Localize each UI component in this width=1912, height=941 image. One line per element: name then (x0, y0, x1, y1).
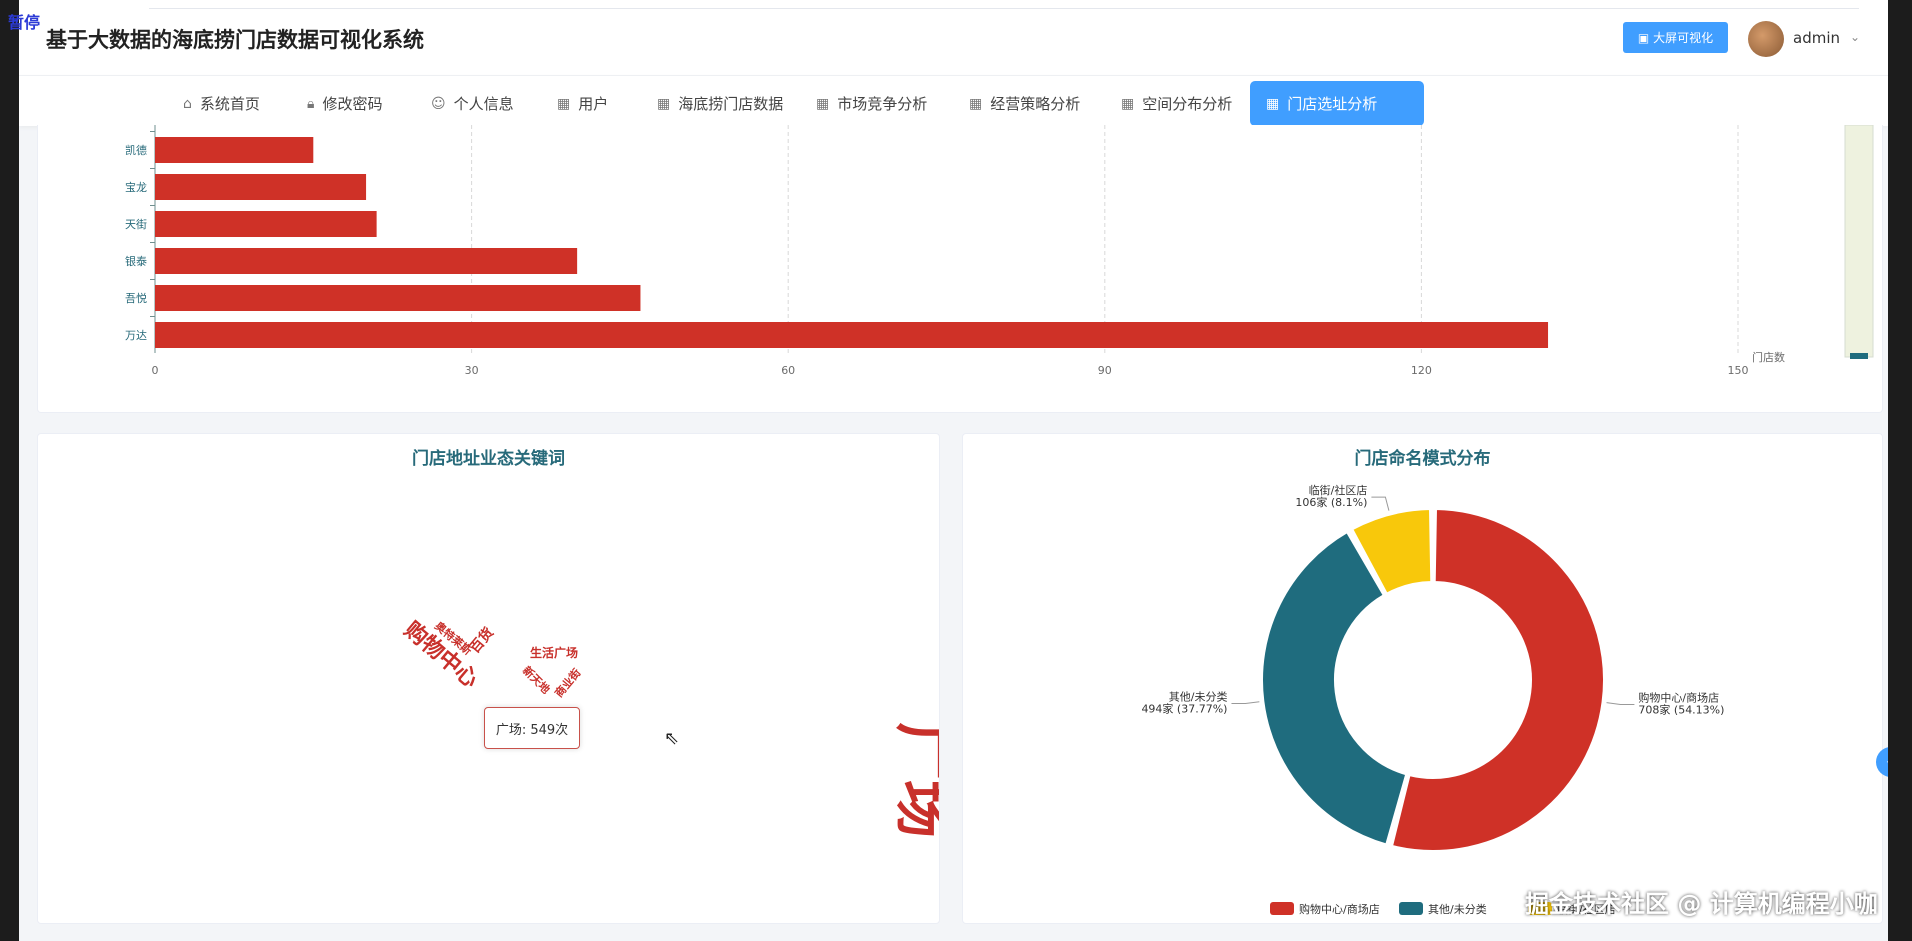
screen-frame-left (0, 0, 19, 941)
pause-indicator: 暂停 (8, 13, 41, 32)
bar[interactable] (155, 285, 641, 311)
wordcloud-tooltip: 广场: 549次 (484, 707, 580, 749)
nav-item-profile[interactable]: ☺ 个人信息 (415, 81, 530, 126)
nav-item-label: 修改密码 (322, 95, 383, 113)
username[interactable]: admin (1793, 29, 1840, 47)
app-window: 基于大数据的海底捞门店数据可视化系统 ▣ 大屏可视化 admin ⌄ ⌂ 系统首… (19, 0, 1888, 941)
bar[interactable] (155, 248, 578, 274)
nav-item-label: 空间分布分析 (1142, 95, 1233, 113)
slice-label-value: 106家 (8.1%) (1295, 495, 1367, 509)
y-tick-label: 天街 (125, 217, 147, 231)
nav-item-label: 系统首页 (199, 95, 260, 113)
y-tick-label: 吾悦 (125, 291, 147, 305)
word-guangchang[interactable]: 广场 (889, 722, 939, 838)
header-bar: 基于大数据的海底捞门店数据可视化系统 ▣ 大屏可视化 admin ⌄ (19, 0, 1888, 75)
x-tick-label: 0 (152, 364, 159, 377)
bigscreen-button-label: 大屏可视化 (1653, 31, 1714, 45)
slice-label-name: 其他/未分类 (1169, 690, 1228, 704)
top-nav: ⌂ 系统首页 🔒︎ 修改密码 ☺ 个人信息 ▦ 用户 ▦ 海底捞门店数据 ▦ 市… (19, 75, 1888, 126)
word-shenghuoguangchang[interactable]: 生活广场 (530, 645, 578, 660)
grid-icon: ▦ (557, 95, 571, 112)
wordcloud: 广场 购物中心 百货 奥特莱斯 生活广场 新天地 商业街 (399, 617, 939, 838)
nav-item-change-password[interactable]: 🔒︎ 修改密码 (291, 81, 398, 126)
grid-icon: ▦ (1266, 95, 1280, 112)
pie-chart-card: 门店命名模式分布 购物中心/商场店 708家 (54.13%) 其他/未分类 494家… (962, 433, 1883, 924)
app-title: 基于大数据的海底捞门店数据可视化系统 (46, 28, 424, 52)
nav-item-store-data[interactable]: ▦ 海底捞门店数据 (641, 81, 799, 126)
slice-label-name: 购物中心/商场店 (1638, 690, 1719, 704)
bigscreen-button[interactable]: ▣ 大屏可视化 (1623, 22, 1728, 53)
nav-item-label: 市场竞争分析 (837, 95, 928, 113)
bar-chart: 0 30 60 90 120 150门店数 凯德宝龙天街银泰吾悦万达 (125, 125, 1874, 377)
grid-icon: ▦ (657, 95, 671, 112)
legend-label[interactable]: 购物中心/商场店 (1299, 902, 1380, 916)
grid-icon: ▦ (969, 95, 983, 112)
legend-swatch[interactable] (1399, 902, 1423, 915)
legend-label[interactable]: 其他/未分类 (1428, 902, 1487, 916)
chevron-down-icon[interactable]: ⌄ (1850, 30, 1860, 44)
slice-label-value: 708家 (54.13%) (1638, 702, 1724, 716)
nav-item-market-competition[interactable]: ▦ 市场竞争分析 (800, 81, 943, 126)
nav-item-spatial-distribution[interactable]: ▦ 空间分布分析 (1105, 81, 1248, 126)
x-tick-label: 60 (781, 364, 795, 377)
watermark: 掘金技术社区 @ 计算机编程小咖 (1525, 890, 1878, 918)
legend-swatch[interactable] (1270, 902, 1294, 915)
bar[interactable] (155, 137, 314, 163)
x-axis-name: 门店数 (1752, 350, 1785, 364)
nav-item-label: 个人信息 (453, 95, 514, 113)
y-tick-label: 银泰 (125, 254, 147, 268)
pie-chart: 购物中心/商场店708家 (54.13%)其他/未分类494家 (37.77%)… (1141, 483, 1724, 916)
nav-item-label: 经营策略分析 (990, 95, 1081, 113)
label-line (1231, 701, 1260, 705)
monitor-icon: ▣ (1637, 30, 1650, 45)
grid-icon: ▦ (816, 95, 830, 112)
grid-icon: ▦ (1121, 95, 1135, 112)
bar[interactable] (155, 322, 1549, 348)
header-divider (149, 0, 1859, 9)
y-tick-label: 万达 (125, 329, 147, 342)
x-tick-label: 30 (465, 364, 479, 377)
home-icon: ⌂ (183, 95, 192, 112)
nav-item-home[interactable]: ⌂ 系统首页 (167, 81, 276, 126)
nav-item-label: 海底捞门店数据 (678, 95, 784, 113)
nav-item-users[interactable]: ▦ 用户 (541, 81, 624, 126)
slice-label-value: 494家 (37.77%) (1141, 702, 1227, 716)
datazoom-slider[interactable] (1844, 125, 1874, 358)
nav-item-label: 门店选址分析 (1287, 95, 1378, 113)
nav-item-label: 用户 (578, 95, 609, 113)
label-line (1371, 496, 1390, 511)
x-tick-label: 90 (1098, 364, 1112, 377)
nav-item-business-strategy[interactable]: ▦ 经营策略分析 (953, 81, 1096, 126)
bar-chart-card: 0 30 60 90 120 150 门店数 凯德宝龙天街银泰吾悦万达 (37, 125, 1883, 413)
lock-icon: 🔒︎ (307, 95, 315, 112)
nav-item-site-selection[interactable]: ▦ 门店选址分析 (1250, 81, 1424, 126)
datazoom-handle[interactable] (1850, 353, 1868, 359)
user-icon: ☺ (431, 95, 446, 112)
screen-frame-right (1888, 0, 1912, 941)
label-line (1606, 702, 1635, 705)
avatar[interactable] (1748, 21, 1784, 57)
word-shangyejie[interactable]: 商业街 (552, 666, 584, 700)
y-tick-label: 凯德 (125, 143, 147, 157)
bar[interactable] (155, 174, 367, 200)
word-xintiandi[interactable]: 新天地 (520, 663, 553, 696)
x-tick-label: 120 (1411, 364, 1432, 377)
y-tick-label: 宝龙 (125, 180, 147, 194)
wordcloud-card: 门店地址业态关键词 广场 购物中心 百货 奥特莱斯 生活广场 新天地 商业街 (37, 433, 940, 924)
bar[interactable] (155, 211, 377, 237)
mouse-cursor-icon: ⇖ (664, 728, 680, 749)
slice-label-name: 临街/社区店 (1309, 483, 1368, 497)
x-tick-label: 150 (1728, 364, 1749, 377)
